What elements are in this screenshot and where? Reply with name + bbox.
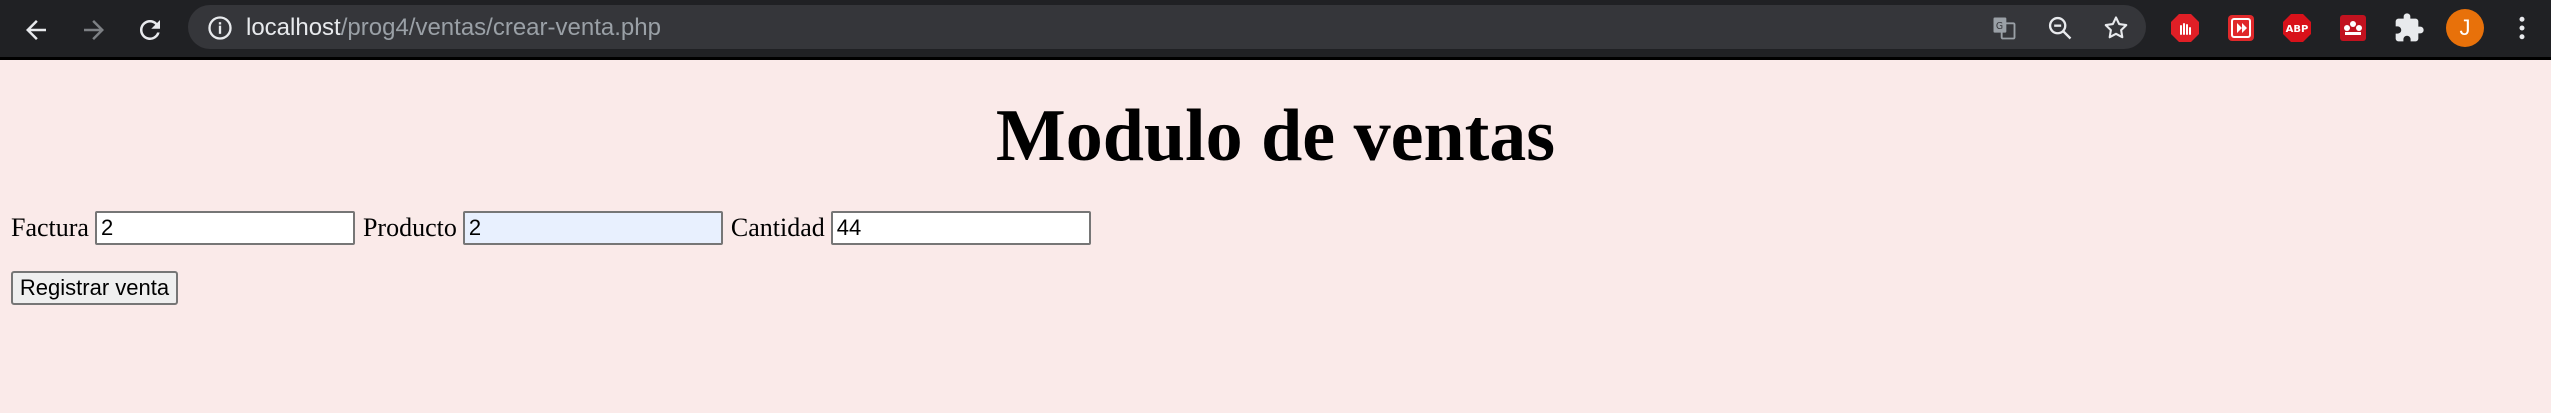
browser-toolbar: localhost/prog4/ventas/crear-venta.php G… [0,0,2551,60]
svg-text:G: G [1996,21,2003,32]
page-title: Modulo de ventas [995,95,1556,177]
producto-input[interactable] [462,211,723,245]
arrow-left-icon [26,20,46,40]
shortcut-icon[interactable] [2224,11,2258,45]
factura-label: Factura [11,213,89,242]
zoom-out-icon[interactable] [2044,12,2076,44]
back-button[interactable] [12,6,60,54]
cantidad-input[interactable] [830,211,1091,245]
forward-button[interactable] [70,6,118,54]
abp-label: ABP [2286,24,2309,35]
profile-avatar[interactable]: J [2446,9,2484,47]
url-path: /prog4/ventas/crear-venta.php [340,14,661,41]
producto-label: Producto [362,213,457,242]
url-host: localhost [246,14,341,41]
page-content: Modulo de ventas Factura Producto Cantid… [0,60,2551,413]
abp-icon[interactable]: ABP [2280,11,2314,45]
address-bar[interactable]: localhost/prog4/ventas/crear-venta.php G [188,5,2146,49]
bookmark-star-icon[interactable] [2100,12,2132,44]
extensions-puzzle-icon[interactable] [2392,11,2426,45]
translate-icon[interactable]: G [1988,12,2020,44]
adblock-icon[interactable] [2168,11,2202,45]
registrar-venta-button[interactable]: Registrar venta [11,271,178,305]
menu-dots-icon[interactable] [2505,11,2539,45]
site-info-icon[interactable] [204,12,236,44]
reload-button[interactable] [126,6,174,54]
url-text[interactable]: localhost/prog4/ventas/crear-venta.php [246,14,661,42]
sale-form: Factura Producto Cantidad [11,208,1099,248]
mendeley-icon[interactable] [2336,11,2370,45]
factura-input[interactable] [94,211,355,245]
cantidad-label: Cantidad [730,213,825,242]
reload-icon [139,19,160,40]
arrow-right-icon [84,20,104,40]
